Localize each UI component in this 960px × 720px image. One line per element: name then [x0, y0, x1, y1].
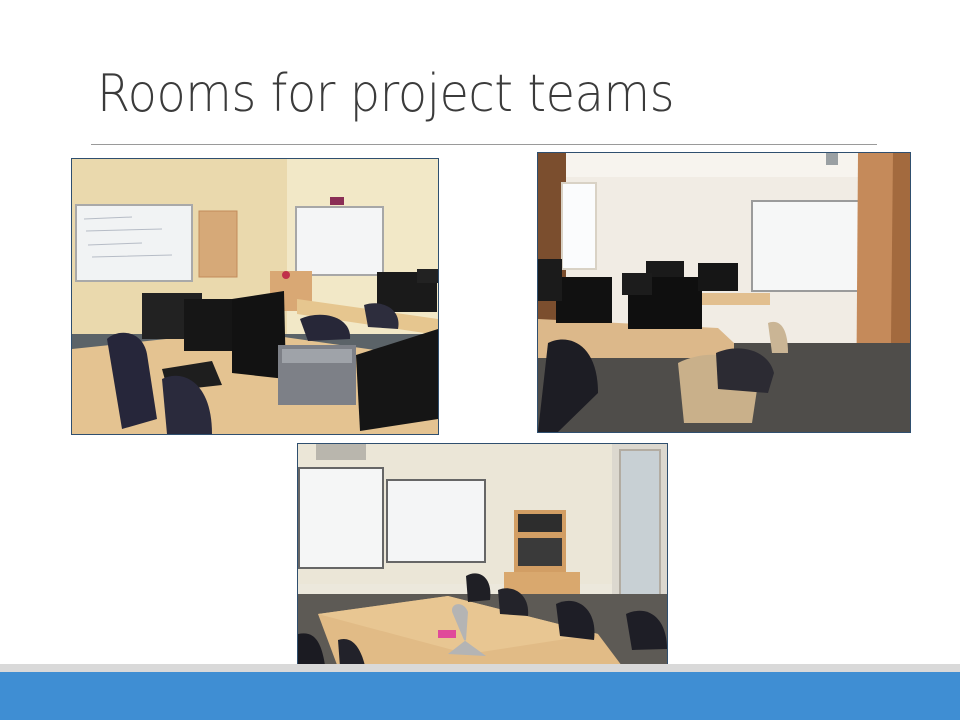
photo-computer-room	[537, 152, 911, 433]
photo-computer-lab	[71, 158, 439, 435]
photo-computer-room-image	[538, 153, 910, 432]
footer-accent-bar	[0, 672, 960, 720]
footer-band	[0, 664, 960, 672]
photo-computer-lab-image	[72, 159, 438, 434]
slide-title: Rooms for project teams	[97, 64, 675, 124]
slide: Rooms for project teams	[0, 0, 960, 720]
title-divider	[91, 144, 877, 145]
